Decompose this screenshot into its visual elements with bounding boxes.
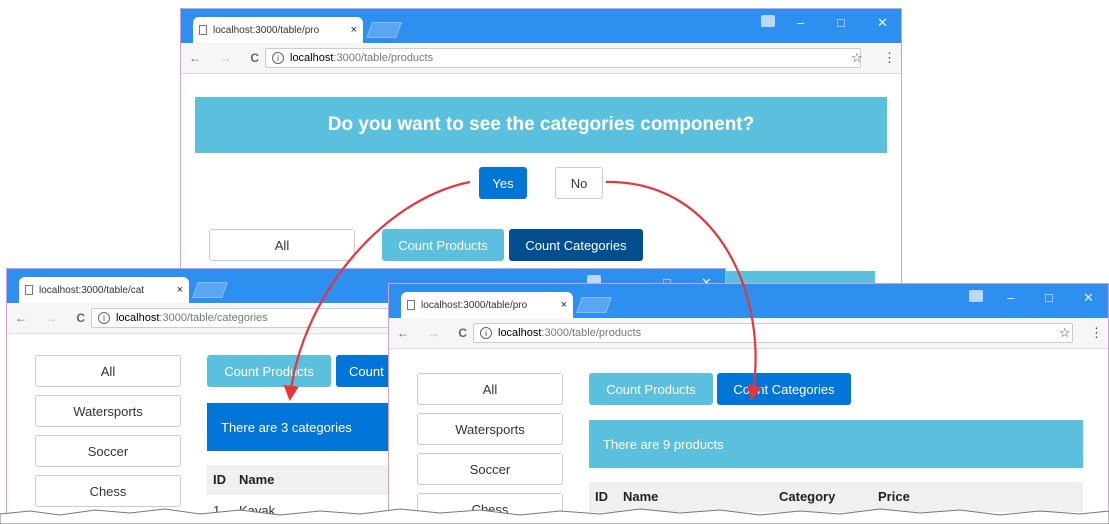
count-categories-button[interactable]: Count Categories xyxy=(509,229,643,261)
count-products-button[interactable]: Count Products xyxy=(207,355,331,387)
url-field[interactable]: i localhost:3000/table/products xyxy=(265,48,861,68)
url-path: :3000/table/categories xyxy=(159,312,268,324)
info-message: There are 3 categories xyxy=(221,419,352,435)
close-icon[interactable]: × xyxy=(177,284,183,296)
category-button-all[interactable]: All xyxy=(35,355,181,387)
info-banner: There are 9 products xyxy=(589,420,1083,468)
maximize-icon[interactable]: □ xyxy=(1045,290,1053,305)
nav-buttons: ← → C xyxy=(15,311,85,325)
nav-buttons: ← → C xyxy=(397,326,467,340)
star-icon[interactable]: ☆ xyxy=(851,50,863,66)
new-tab-button[interactable] xyxy=(576,297,612,313)
column-header-name: Name xyxy=(239,472,275,487)
maximize-icon[interactable]: □ xyxy=(837,15,845,30)
yes-button[interactable]: Yes xyxy=(479,167,527,199)
info-icon[interactable]: i xyxy=(98,312,110,324)
new-tab-button[interactable] xyxy=(366,22,402,38)
star-icon[interactable]: ☆ xyxy=(1059,325,1071,341)
back-icon[interactable]: ← xyxy=(189,51,201,65)
close-icon[interactable]: × xyxy=(561,299,567,311)
no-button[interactable]: No xyxy=(555,167,603,199)
question-banner: Do you want to see the categories compon… xyxy=(195,97,887,153)
url-host: localhost xyxy=(290,52,334,64)
torn-edge xyxy=(0,508,1109,524)
count-categories-button[interactable]: Count Categories xyxy=(717,373,851,405)
url-path: :3000/table/products xyxy=(541,327,642,339)
address-bar: ← → C i localhost:3000/table/products xyxy=(389,318,1108,349)
user-icon[interactable] xyxy=(969,290,983,302)
forward-icon[interactable]: → xyxy=(220,51,232,65)
category-button-soccer[interactable]: Soccer xyxy=(35,435,181,467)
new-tab-button[interactable] xyxy=(192,282,228,298)
title-bar: localhost:3000/table/pro × – □ ✕ xyxy=(389,284,1108,318)
back-icon[interactable]: ← xyxy=(15,311,27,325)
minimize-icon[interactable]: – xyxy=(1007,290,1014,305)
url-host: localhost xyxy=(498,327,542,339)
address-bar: ← → C i localhost:3000/table/products xyxy=(181,43,901,74)
info-message: There are 9 products xyxy=(603,436,724,452)
info-icon[interactable]: i xyxy=(480,327,492,339)
category-button-watersports[interactable]: Watersports xyxy=(35,395,181,427)
page-icon xyxy=(25,285,33,295)
question-text: Do you want to see the categories compon… xyxy=(327,114,755,135)
tab-title: localhost:3000/table/cat xyxy=(39,284,145,296)
window-close-icon[interactable]: ✕ xyxy=(877,15,888,31)
minimize-icon[interactable]: – xyxy=(797,15,804,30)
forward-icon[interactable]: → xyxy=(428,326,440,340)
url-host: localhost xyxy=(116,312,160,324)
browser-tab[interactable]: localhost:3000/table/cat × xyxy=(19,277,189,303)
close-icon[interactable]: × xyxy=(351,24,357,36)
user-icon[interactable] xyxy=(761,15,775,27)
browser-tab[interactable]: localhost:3000/table/pro × xyxy=(401,292,573,318)
nav-buttons: ← → C xyxy=(189,51,259,65)
browser-window-top: localhost:3000/table/pro × – □ ✕ ← → C i… xyxy=(180,8,902,308)
url-path: :3000/table/products xyxy=(333,52,434,64)
category-button-all[interactable]: All xyxy=(209,229,355,261)
info-icon[interactable]: i xyxy=(272,52,284,64)
title-bar: localhost:3000/table/pro × – □ ✕ xyxy=(181,9,901,43)
menu-icon[interactable]: ⋮ xyxy=(883,50,896,66)
reload-icon[interactable]: C xyxy=(458,326,467,340)
reload-icon[interactable]: C xyxy=(76,311,85,325)
category-button-watersports[interactable]: Watersports xyxy=(417,413,563,445)
browser-window-right: localhost:3000/table/pro × – □ ✕ ← → C i… xyxy=(388,283,1109,524)
page-icon xyxy=(199,25,207,35)
count-products-button[interactable]: Count Products xyxy=(589,373,713,405)
browser-tab[interactable]: localhost:3000/table/pro × xyxy=(193,17,363,43)
column-header-id: ID xyxy=(213,472,226,487)
category-button-soccer[interactable]: Soccer xyxy=(417,453,563,485)
page-icon xyxy=(407,300,415,310)
menu-icon[interactable]: ⋮ xyxy=(1090,325,1103,341)
reload-icon[interactable]: C xyxy=(250,51,259,65)
url-field[interactable]: i localhost:3000/table/products xyxy=(473,323,1073,343)
category-button-all[interactable]: All xyxy=(417,373,563,405)
forward-icon[interactable]: → xyxy=(46,311,58,325)
window-close-icon[interactable]: ✕ xyxy=(1083,290,1094,306)
count-products-button[interactable]: Count Products xyxy=(382,229,504,261)
back-icon[interactable]: ← xyxy=(397,326,409,340)
tab-title: localhost:3000/table/pro xyxy=(213,24,320,36)
tab-title: localhost:3000/table/pro xyxy=(421,299,528,311)
